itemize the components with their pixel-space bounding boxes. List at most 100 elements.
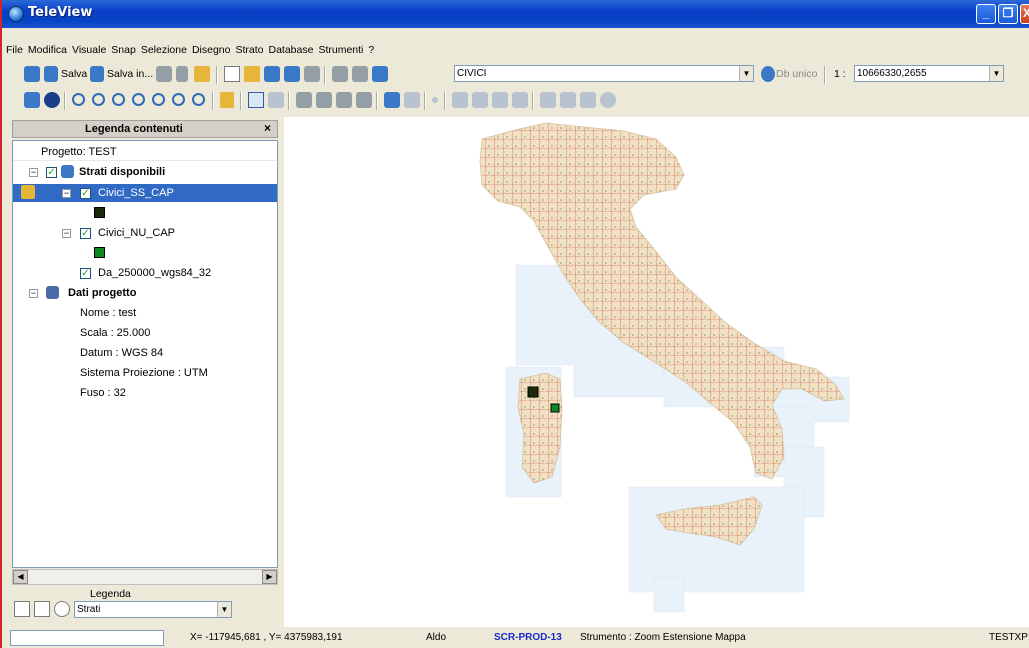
collapse-toggle[interactable]: − [29, 168, 38, 177]
open-folder-icon[interactable] [244, 66, 260, 82]
layers-checkbox[interactable]: ✓ [46, 167, 57, 178]
tree-view-icon[interactable] [34, 601, 50, 617]
new-file-icon[interactable] [224, 66, 240, 82]
zoom-previous-icon[interactable] [152, 93, 165, 106]
select-circle-icon[interactable] [336, 92, 352, 108]
delete-icon[interactable] [304, 66, 320, 82]
layer-checkbox[interactable]: ✓ [80, 228, 91, 239]
civici-nu-marker[interactable] [550, 403, 560, 413]
measure-icon[interactable] [384, 92, 400, 108]
scroll-left-icon[interactable]: ◀ [13, 570, 28, 584]
menu-snap[interactable]: Snap [111, 44, 136, 56]
draw-rectangle-icon[interactable] [540, 92, 556, 108]
menu-help[interactable]: ? [368, 44, 374, 56]
draw-arc-icon[interactable] [472, 92, 488, 108]
draw-rounded-icon[interactable] [580, 92, 596, 108]
status-right: TESTXP [989, 632, 1028, 643]
database-icon[interactable] [761, 66, 775, 82]
pencil-icon[interactable] [220, 92, 234, 108]
zoom-out-icon[interactable] [112, 93, 125, 106]
properties-icon[interactable] [284, 66, 300, 82]
scroll-right-icon[interactable]: ▶ [262, 570, 277, 584]
toolbar-separator [288, 92, 290, 110]
map-canvas[interactable] [284, 117, 1029, 627]
layers-stack-icon [61, 165, 74, 178]
menu-file[interactable]: File [6, 44, 23, 56]
identify-icon[interactable] [404, 92, 420, 108]
status-tool: Strumento : Zoom Estensione Mappa [580, 632, 746, 643]
select-point-icon[interactable] [356, 92, 372, 108]
menu-database[interactable]: Database [268, 44, 313, 56]
layer-name: Da_250000_wgs84_32 [98, 267, 212, 279]
layers-icon[interactable] [372, 66, 388, 82]
chevron-down-icon[interactable]: ▼ [989, 66, 1003, 81]
active-layer-select[interactable]: CIVICI ▼ [454, 65, 754, 82]
chevron-down-icon[interactable]: ▼ [217, 602, 231, 617]
civici-ss-marker[interactable] [527, 386, 539, 398]
info-icon[interactable] [44, 92, 60, 108]
chevron-down-icon[interactable]: ▼ [739, 66, 753, 81]
scale-select[interactable]: 10666330,2655 ▼ [854, 65, 1004, 82]
toolbar-separator [424, 92, 426, 110]
collapse-toggle[interactable]: − [62, 229, 71, 238]
save-button[interactable]: Salva [61, 68, 87, 80]
menu-disegno[interactable]: Disegno [192, 44, 231, 56]
draw-curve-icon[interactable] [512, 92, 528, 108]
tree-node-layer-civici-ss[interactable]: − ✓ Civici_SS_CAP [13, 184, 277, 202]
globe-icon[interactable] [24, 66, 40, 82]
collapse-toggle[interactable]: − [29, 289, 38, 298]
menu-bar: File Modifica Visuale Snap Selezione Disegno S… [6, 44, 379, 60]
pointer-icon[interactable] [248, 92, 264, 108]
layer-table-icon[interactable] [352, 66, 368, 82]
title-bar[interactable]: TeleView _ ❐ X [2, 0, 1029, 28]
legend-horizontal-scrollbar[interactable]: ◀ ▶ [12, 569, 278, 585]
select-vertex-icon[interactable] [268, 92, 284, 108]
legend-tree[interactable]: Progetto: TEST − ✓ Strati disponibili − … [12, 140, 278, 568]
draw-polygon-icon[interactable] [560, 92, 576, 108]
zoom-layer-icon[interactable] [192, 93, 205, 106]
menu-strumenti[interactable]: Strumenti [318, 44, 363, 56]
menu-selezione[interactable]: Selezione [141, 44, 187, 56]
layer-checkbox[interactable]: ✓ [80, 268, 91, 279]
select-polygon-icon[interactable] [316, 92, 332, 108]
print-preview-icon[interactable] [156, 66, 172, 82]
menu-visuale[interactable]: Visuale [72, 44, 106, 56]
save-disk-icon[interactable] [264, 66, 280, 82]
close-button[interactable]: X [1020, 4, 1029, 24]
toolbar-separator [216, 66, 218, 84]
db-unico-label[interactable]: Db unico [776, 68, 817, 80]
undo-icon[interactable] [176, 66, 188, 82]
zoom-in-icon[interactable] [92, 93, 105, 106]
tree-node-layer-civici-nu[interactable]: − ✓ Civici_NU_CAP [13, 224, 277, 242]
draw-polyline-icon[interactable] [492, 92, 508, 108]
draw-circle-icon[interactable] [600, 92, 616, 108]
tree-node-layers[interactable]: − ✓ Strati disponibili [13, 163, 277, 181]
map-view[interactable] [284, 117, 1029, 627]
status-input-box[interactable] [10, 630, 164, 646]
project-prop-zone: Fuso : 32 [80, 387, 126, 399]
edit-pencil-icon [21, 185, 35, 199]
maximize-button[interactable]: ❐ [998, 4, 1018, 24]
zoom-next-icon[interactable] [172, 93, 185, 106]
minimize-button[interactable]: _ [976, 4, 996, 24]
zoom-window-icon[interactable] [132, 93, 145, 106]
zoom-extent-icon[interactable] [72, 93, 85, 106]
menu-strato[interactable]: Strato [235, 44, 263, 56]
draw-line-icon[interactable] [452, 92, 468, 108]
legend-mode-select[interactable]: Strati ▼ [74, 601, 232, 618]
collapse-toggle[interactable]: − [62, 189, 71, 198]
legend-close-icon[interactable]: × [264, 121, 271, 135]
layer-checkbox[interactable]: ✓ [80, 188, 91, 199]
tree-node-project-data[interactable]: − Dati progetto [13, 284, 277, 302]
lightbulb-icon[interactable] [54, 601, 70, 617]
menu-modifica[interactable]: Modifica [28, 44, 67, 56]
exit-icon[interactable] [194, 66, 210, 82]
add-layer-icon[interactable] [24, 92, 40, 108]
draw-point-icon[interactable] [432, 97, 438, 103]
save-as-button[interactable]: Salva in... [107, 68, 153, 80]
table-icon[interactable] [332, 66, 348, 82]
tree-node-layer-da250000[interactable]: ✓ Da_250000_wgs84_32 [13, 264, 277, 282]
expand-icon[interactable] [14, 601, 30, 617]
select-rectangle-icon[interactable] [296, 92, 312, 108]
project-label: Progetto: TEST [13, 143, 277, 161]
